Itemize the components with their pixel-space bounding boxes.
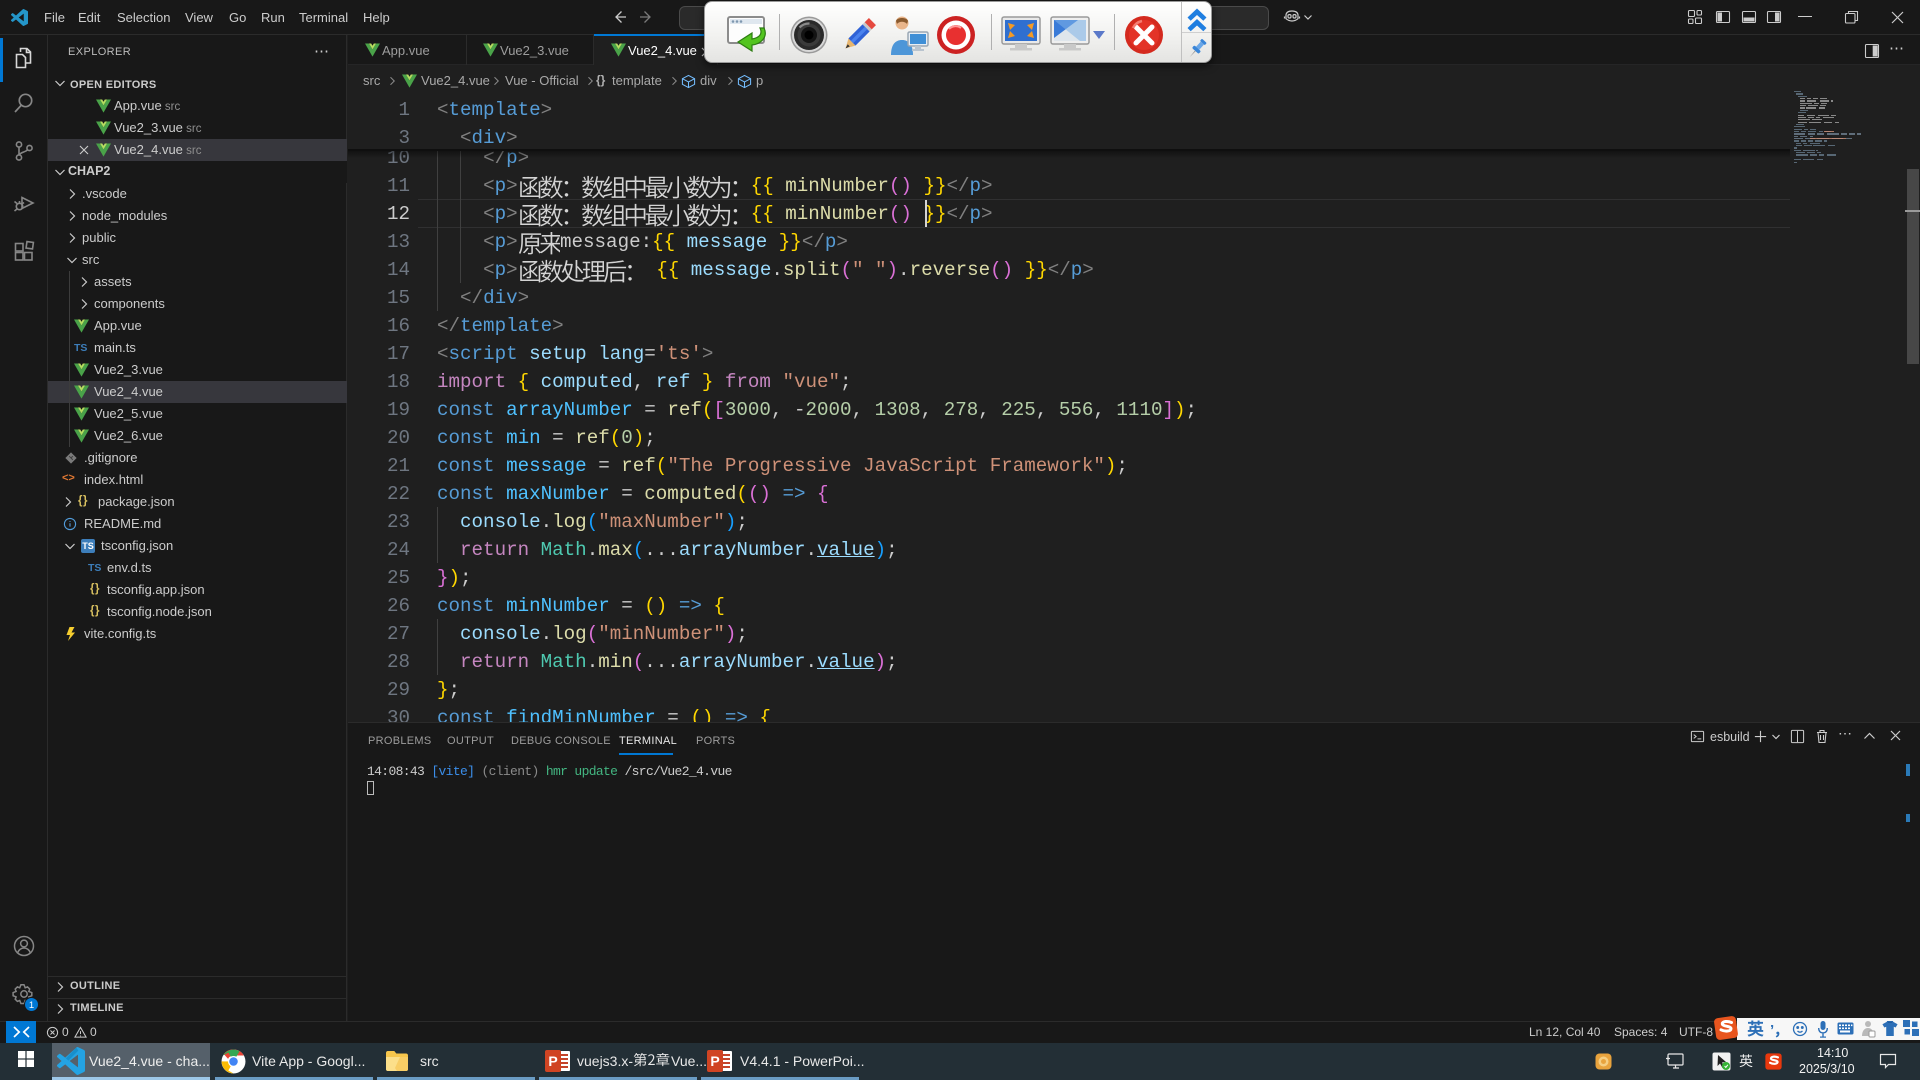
svg-text:P: P [710,1053,719,1069]
svg-text:P: P [548,1053,557,1069]
